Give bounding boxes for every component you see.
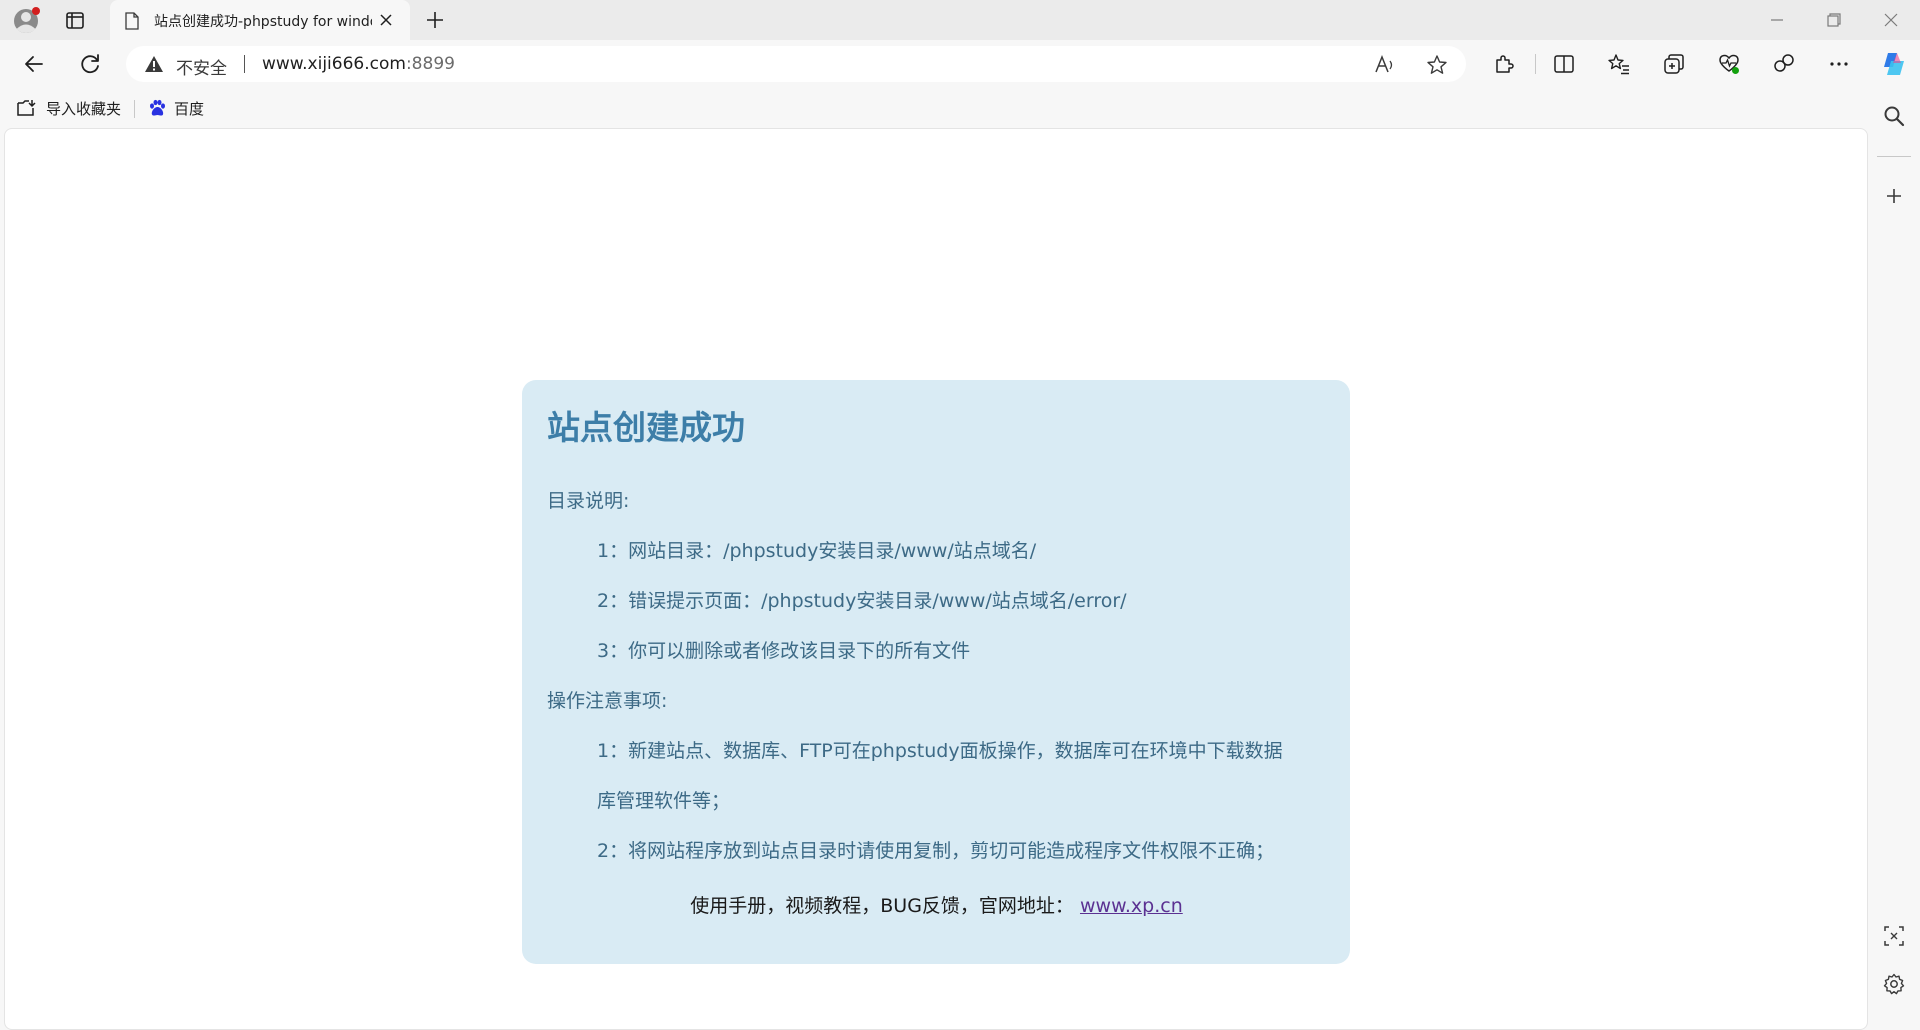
address-divider — [244, 55, 245, 73]
official-site-link[interactable]: www.xp.cn — [1080, 895, 1183, 917]
dir-heading: 目录说明: — [547, 490, 630, 512]
settings-gear-icon[interactable] — [1882, 972, 1906, 996]
copilot-sidebar-icon[interactable] — [1772, 52, 1796, 76]
restore-icon[interactable] — [1820, 8, 1846, 32]
favorites-item-label: 导入收藏夹 — [46, 99, 122, 118]
import-favorites-icon — [17, 100, 36, 116]
edge-sidebar — [1868, 88, 1920, 1011]
toolbar-divider — [1535, 54, 1536, 74]
split-screen-icon[interactable] — [1552, 52, 1576, 76]
close-tab-icon[interactable] — [378, 12, 394, 28]
favorites-icon[interactable] — [1607, 52, 1631, 76]
footer: 使用手册，视频教程，BUG反馈，官网地址： www.xp.cn — [547, 886, 1326, 926]
new-tab-icon[interactable] — [424, 9, 446, 31]
favorites-bar: 导入收藏夹 百度 — [0, 88, 1920, 128]
screenshot-icon[interactable] — [1882, 924, 1906, 948]
more-options-icon[interactable] — [1827, 52, 1851, 76]
extensions-icon[interactable] — [1492, 52, 1516, 76]
copilot-icon[interactable] — [1879, 49, 1909, 79]
search-icon[interactable] — [1882, 104, 1906, 128]
back-icon[interactable] — [20, 50, 48, 78]
title-bar: 站点创建成功-phpstudy for windows — [0, 0, 1920, 40]
sidebar-divider — [1877, 156, 1911, 157]
refresh-icon[interactable] — [76, 50, 104, 78]
dir-item: 1：网站目录：/phpstudy安装目录/www/站点域名/ — [597, 540, 1037, 562]
address-bar[interactable]: 不安全 www.xiji666.com:8899 — [126, 46, 1466, 82]
footer-text: 使用手册，视频教程，BUG反馈，官网地址： — [690, 895, 1074, 917]
dir-item: 3：你可以删除或者修改该目录下的所有文件 — [597, 640, 971, 662]
collections-icon[interactable] — [1662, 52, 1686, 76]
favorites-item-label: 百度 — [174, 99, 205, 118]
notes-heading: 操作注意事项: — [547, 690, 668, 712]
read-aloud-icon[interactable] — [1374, 54, 1396, 76]
warning-icon[interactable] — [144, 55, 164, 73]
notes-item: 1：新建站点、数据库、FTP可在phpstudy面板操作，数据库可在环境中下载数… — [597, 740, 1283, 762]
tab-title: 站点创建成功-phpstudy for windows — [154, 14, 372, 30]
profile-avatar-icon[interactable] — [12, 6, 42, 36]
success-card: 站点创建成功 目录说明: 1：网站目录：/phpstudy安装目录/www/站点… — [522, 380, 1350, 964]
favorites-item-baidu[interactable]: 百度 — [148, 96, 204, 120]
url-host: www.xiji666.com — [262, 54, 406, 74]
tab-actions-icon[interactable] — [61, 10, 89, 32]
favorites-item-import[interactable]: 导入收藏夹 — [16, 96, 121, 120]
navigation-toolbar: 不安全 www.xiji666.com:8899 — [0, 40, 1920, 88]
tab-active[interactable]: 站点创建成功-phpstudy for windows — [110, 0, 410, 40]
baidu-paw-icon — [150, 99, 165, 116]
page-icon — [124, 12, 140, 30]
minimize-icon[interactable] — [1764, 8, 1790, 32]
notes-item: 库管理软件等； — [597, 790, 731, 812]
favorites-divider — [134, 100, 135, 118]
url-port: :8899 — [405, 54, 455, 74]
security-label[interactable]: 不安全 — [176, 54, 227, 79]
browser-essentials-icon[interactable] — [1717, 52, 1741, 76]
url-text[interactable]: www.xiji666.com:8899 — [262, 54, 455, 74]
page-viewport: 站点创建成功 目录说明: 1：网站目录：/phpstudy安装目录/www/站点… — [4, 128, 1868, 1030]
add-sidebar-app-icon[interactable] — [1882, 184, 1906, 208]
dir-item: 2：错误提示页面：/phpstudy安装目录/www/站点域名/error/ — [597, 590, 1127, 612]
notes-item: 2：将网站程序放到站点目录时请使用复制，剪切可能造成程序文件权限不正确； — [597, 840, 1275, 862]
favorite-star-icon[interactable] — [1426, 54, 1448, 76]
page-title: 站点创建成功 — [547, 408, 745, 447]
close-window-icon[interactable] — [1878, 8, 1904, 32]
